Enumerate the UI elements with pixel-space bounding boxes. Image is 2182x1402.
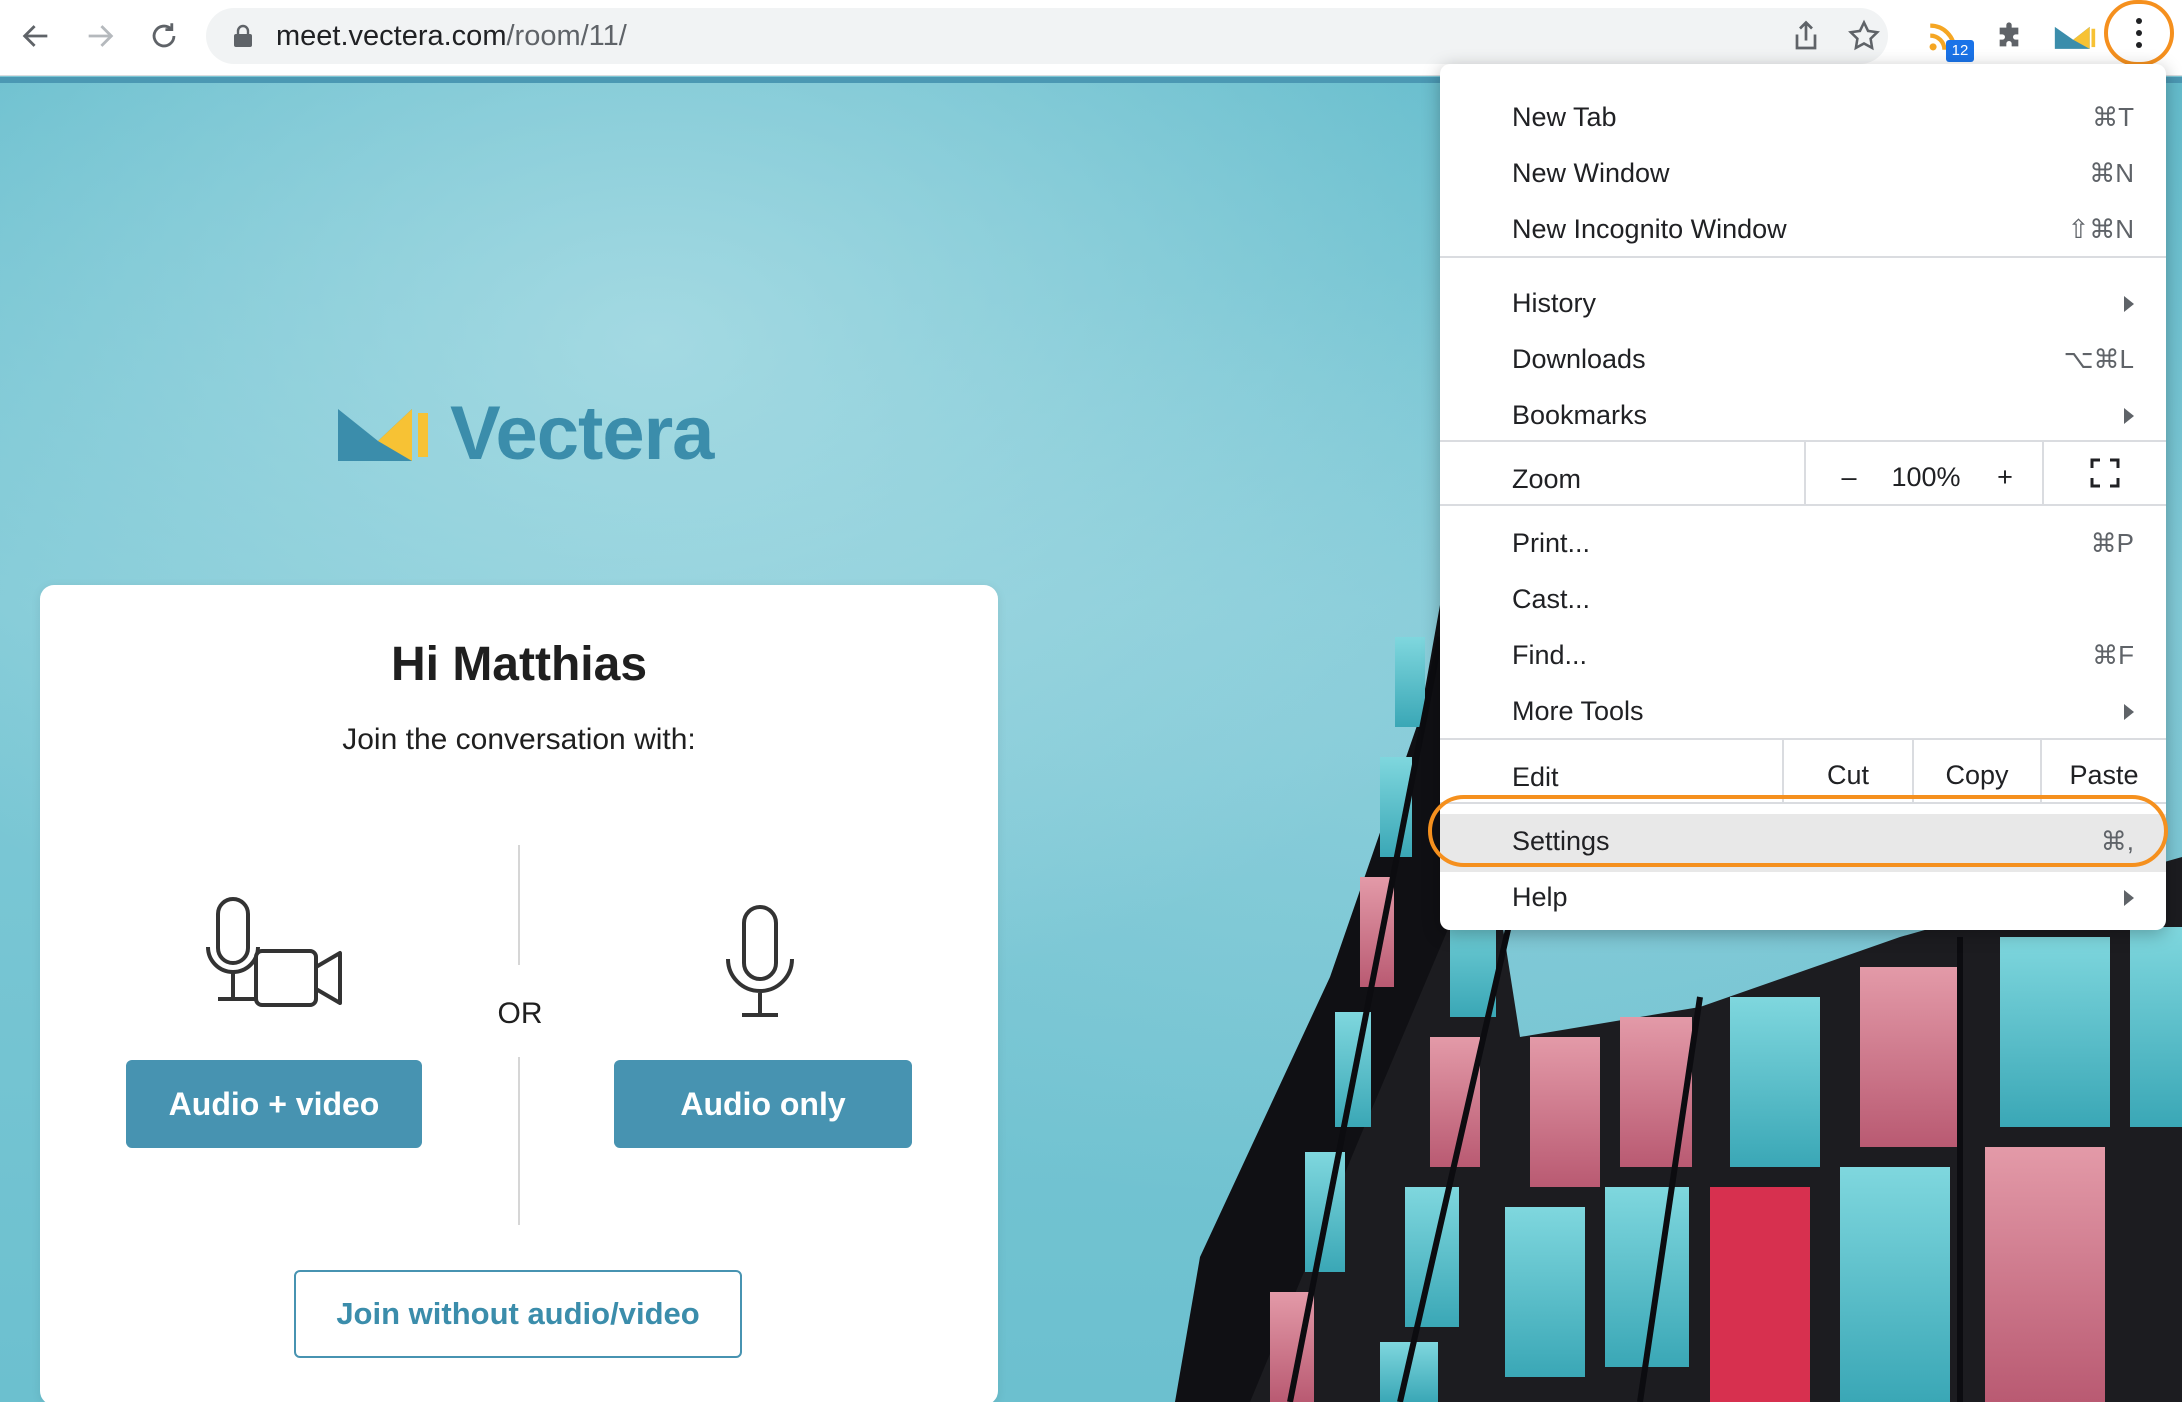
extension-badge: 12 — [1946, 40, 1974, 62]
microphone-icon — [726, 905, 794, 1017]
menu-item-label: New Tab — [1512, 102, 1617, 132]
menu-item-new-incognito-window[interactable]: New Incognito Window ⇧⌘N — [1440, 202, 2166, 258]
url-text: meet.vectera.com/room/11/ — [276, 20, 627, 52]
paste-button[interactable]: Paste — [2042, 760, 2166, 791]
back-button[interactable] — [8, 8, 64, 64]
menu-item-shortcut: ⌘N — [2089, 158, 2134, 188]
kebab-dot-icon — [2136, 42, 2142, 48]
copy-button[interactable]: Copy — [1914, 760, 2040, 791]
menu-item-find[interactable]: Find... ⌘F — [1440, 628, 2166, 684]
menu-item-label: Print... — [1512, 528, 1591, 558]
url-host: meet.vectera.com — [276, 20, 507, 52]
reload-icon — [152, 23, 176, 48]
menu-item-print[interactable]: Print... ⌘P — [1440, 516, 2166, 572]
join-subtitle: Join the conversation with: — [342, 723, 696, 756]
menu-item-label: Edit — [1512, 762, 1559, 792]
arrow-left-icon — [22, 25, 48, 47]
chrome-menu-button[interactable] — [2108, 4, 2170, 62]
menu-item-label: Cast... — [1512, 584, 1591, 614]
menu-item-label: Find... — [1512, 640, 1588, 670]
audio-video-button[interactable]: Audio + video — [126, 1060, 422, 1148]
menu-item-new-tab[interactable]: New Tab ⌘T — [1440, 90, 2166, 146]
kebab-dot-icon — [2136, 30, 2142, 36]
forward-button[interactable] — [72, 8, 128, 64]
url-path: /room/11/ — [506, 20, 627, 52]
join-without-audio-video-button[interactable]: Join without audio/video — [294, 1270, 742, 1358]
join-card: Hi Matthias Join the conversation with: … — [40, 585, 998, 1402]
menu-item-help[interactable]: Help — [1440, 870, 2166, 926]
settings-highlight-ring — [1428, 795, 2168, 867]
cut-button[interactable]: Cut — [1784, 760, 1912, 791]
reload-button[interactable] — [136, 8, 192, 64]
menu-item-label: Bookmarks — [1512, 400, 1648, 430]
vectera-logo-icon — [2054, 26, 2096, 49]
audio-only-button[interactable]: Audio only — [614, 1060, 912, 1148]
submenu-arrow-icon — [2124, 296, 2134, 312]
share-icon[interactable] — [1788, 18, 1824, 54]
submenu-arrow-icon — [2124, 704, 2134, 720]
logo-text: Vectera — [450, 390, 714, 476]
menu-item-downloads[interactable]: Downloads ⌥⌘L — [1440, 332, 2166, 388]
menu-item-more-tools[interactable]: More Tools — [1440, 684, 2166, 740]
extensions-button[interactable] — [1984, 12, 2034, 62]
menu-item-label: History — [1512, 288, 1597, 318]
zoom-separator — [2042, 442, 2044, 504]
vectera-extension-button[interactable] — [2050, 12, 2100, 62]
address-bar[interactable]: meet.vectera.com/room/11/ — [206, 8, 1888, 64]
menu-separator — [1440, 738, 2166, 740]
menu-separator — [1440, 504, 2166, 506]
fullscreen-icon[interactable] — [2090, 458, 2120, 488]
menu-item-label: Downloads — [1512, 344, 1646, 374]
or-divider-bottom — [518, 1057, 520, 1225]
menu-item-label: Help — [1512, 882, 1568, 912]
submenu-arrow-icon — [2124, 890, 2134, 906]
menu-item-label: More Tools — [1512, 696, 1644, 726]
menu-item-new-window[interactable]: New Window ⌘N — [1440, 146, 2166, 202]
menu-item-shortcut: ⌘T — [2092, 102, 2134, 132]
menu-item-label: New Incognito Window — [1512, 214, 1787, 244]
or-label: OR — [497, 997, 543, 1030]
menu-separator — [1440, 256, 2166, 258]
bookmark-star-icon[interactable] — [1846, 18, 1882, 54]
menu-item-shortcut: ⇧⌘N — [2067, 214, 2134, 244]
menu-item-bookmarks[interactable]: Bookmarks — [1440, 388, 2166, 444]
zoom-in-button[interactable]: + — [1972, 462, 2038, 493]
zoom-value: 100% — [1891, 462, 1961, 492]
menu-separator — [1440, 440, 2166, 442]
or-divider-top — [518, 845, 520, 965]
menu-item-label: New Window — [1512, 158, 1670, 188]
menu-item-history[interactable]: History — [1440, 276, 2166, 332]
menu-item-shortcut: ⌘F — [2092, 640, 2134, 670]
menu-item-label: Zoom — [1512, 464, 1582, 494]
vectera-logo: Vectera — [336, 391, 714, 476]
microphone-camera-icon — [206, 897, 342, 1007]
menu-button-highlight — [2104, 0, 2174, 66]
kebab-dot-icon — [2136, 18, 2142, 24]
submenu-arrow-icon — [2124, 408, 2134, 424]
menu-item-shortcut: ⌥⌘L — [2063, 344, 2134, 374]
menu-item-cast[interactable]: Cast... — [1440, 572, 2166, 628]
arrow-right-icon — [88, 25, 114, 47]
vectera-logo-icon — [338, 409, 428, 461]
zoom-out-button[interactable]: – — [1816, 462, 1882, 493]
lock-icon — [234, 24, 252, 47]
puzzle-icon — [1999, 22, 2019, 47]
greeting-title: Hi Matthias — [390, 638, 648, 691]
menu-item-shortcut: ⌘P — [2090, 528, 2134, 558]
menu-item-zoom: Zoom — [1440, 452, 2166, 508]
zoom-separator — [1804, 442, 1806, 504]
